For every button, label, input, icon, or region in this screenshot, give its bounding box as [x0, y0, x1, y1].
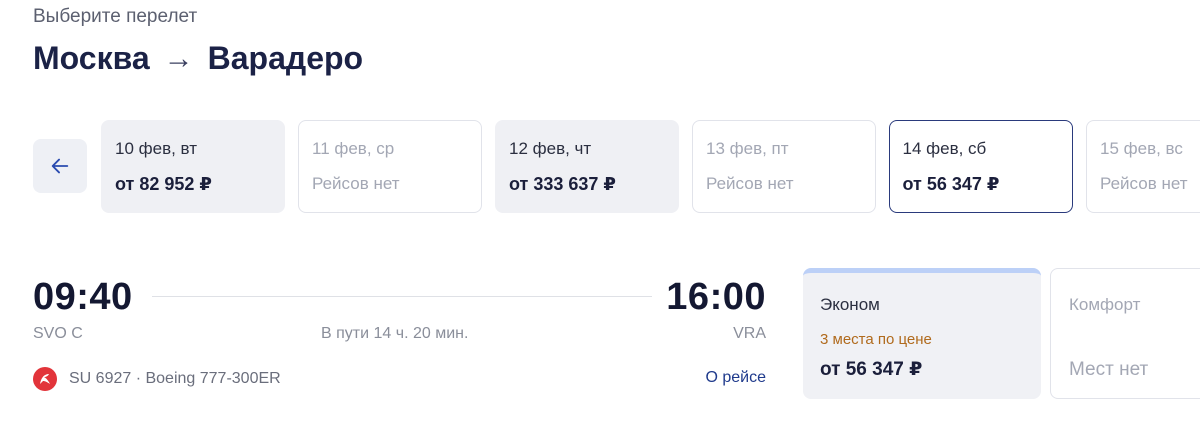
destination-city: Варадеро	[207, 40, 364, 76]
date-option-14-feb[interactable]: 14 фев, сб от 56 347 ₽	[889, 120, 1073, 213]
departure-time: 09:40	[33, 276, 133, 318]
departure-airport-code: SVO C	[33, 325, 83, 342]
date-label: 10 фев, вт	[115, 139, 197, 158]
date-price: от 82 952 ₽	[115, 174, 212, 194]
arrow-left-icon	[51, 158, 69, 174]
fare-economy-card[interactable]: Эконом 3 места по цене от 56 347 ₽	[803, 268, 1041, 399]
fare-seats-left: 3 места по цене	[820, 331, 932, 348]
date-price: от 56 347 ₽	[902, 174, 1000, 194]
date-option-10-feb[interactable]: 10 фев, вт от 82 952 ₽	[101, 120, 285, 213]
fare-comfort-card[interactable]: Комфорт Мест нет	[1050, 268, 1200, 399]
date-option-13-feb[interactable]: 13 фев, пт Рейсов нет	[692, 120, 876, 213]
date-label: 11 фев, ср	[312, 139, 395, 158]
aeroflot-logo-icon	[33, 367, 57, 391]
flight-selection-page: Выберите перелет Москва → Варадеро 10 фе…	[0, 0, 1200, 426]
previous-dates-button[interactable]	[33, 139, 87, 193]
fare-price: от 56 347 ₽	[820, 359, 923, 380]
flight-number-aircraft: SU 6927 · Boeing 777-300ER	[69, 370, 281, 387]
date-option-12-feb[interactable]: 12 фев, чт от 333 637 ₽	[495, 120, 679, 213]
date-label: 12 фев, чт	[509, 139, 592, 158]
page-subtitle: Выберите перелет	[33, 6, 198, 27]
date-no-flights: Рейсов нет	[706, 174, 794, 193]
route-title: Москва → Варадеро	[33, 40, 363, 77]
date-no-flights: Рейсов нет	[1100, 174, 1188, 193]
route-arrow-icon: →	[163, 41, 194, 75]
fare-name: Эконом	[820, 295, 880, 314]
arrival-airport-code: VRA	[733, 325, 766, 342]
date-option-11-feb[interactable]: 11 фев, ср Рейсов нет	[298, 120, 482, 213]
date-price: от 333 637 ₽	[509, 174, 616, 194]
date-label: 14 фев, сб	[902, 139, 987, 158]
flight-details-link[interactable]: О рейсе	[705, 369, 766, 387]
flight-duration: В пути 14 ч. 20 мин.	[321, 325, 469, 342]
origin-city: Москва	[33, 40, 150, 76]
date-label: 15 фев, вс	[1100, 139, 1183, 158]
date-option-15-feb[interactable]: 15 фев, вс Рейсов нет	[1086, 120, 1200, 213]
fare-name: Комфорт	[1069, 295, 1141, 314]
arrival-time: 16:00	[666, 276, 766, 318]
date-no-flights: Рейсов нет	[312, 174, 400, 193]
date-label: 13 фев, пт	[706, 139, 789, 158]
fare-no-seats: Мест нет	[1069, 359, 1149, 380]
flight-timeline	[152, 296, 652, 297]
